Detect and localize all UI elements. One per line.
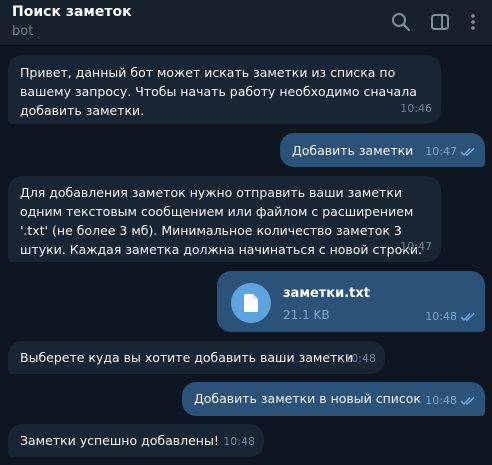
message-time: 10:48 (344, 352, 376, 365)
document-icon[interactable] (231, 283, 271, 323)
message-time: 10:48 (223, 435, 255, 448)
file-size: 21.1 KB (283, 308, 330, 322)
message-time: 10:48 (425, 394, 457, 407)
message-text: Выберете куда вы хотите добавить ваши за… (20, 350, 353, 365)
message-time: 10:47 (425, 145, 457, 158)
message-incoming[interactable]: Привет, данный бот может искать заметки … (8, 55, 441, 124)
message-outgoing[interactable]: Добавить заметки 10:47 (280, 133, 485, 167)
message-outgoing[interactable]: Добавить заметки в новый список 10:48 (182, 382, 485, 416)
chat-subtitle: bot (12, 24, 34, 39)
message-incoming[interactable]: Выберете куда вы хотите добавить ваши за… (8, 341, 385, 374)
more-vertical-icon[interactable] (462, 11, 484, 33)
message-time: 10:48 (425, 310, 457, 323)
message-time: 10:47 (400, 240, 432, 253)
message-incoming[interactable]: Заметки успешно добавлены! 10:48 (8, 424, 264, 457)
message-text: Для добавления заметок нужно отправить в… (20, 185, 422, 257)
message-incoming[interactable]: Для добавления заметок нужно отправить в… (8, 176, 441, 262)
file-name: заметки.txt (283, 286, 370, 301)
chat-header[interactable]: Поиск заметок bot (0, 0, 492, 46)
message-text: Заметки успешно добавлены! (20, 433, 219, 448)
read-checkmarks-icon (460, 147, 476, 157)
message-time: 10:46 (400, 102, 432, 115)
chat-title: Поиск заметок (12, 4, 132, 20)
read-checkmarks-icon (460, 312, 476, 322)
sidebar-toggle-icon[interactable] (429, 11, 451, 33)
message-text: Привет, данный бот может искать заметки … (20, 65, 417, 118)
read-checkmarks-icon (460, 396, 476, 406)
file-message[interactable]: заметки.txt 21.1 KB 10:48 (217, 271, 485, 332)
search-icon[interactable] (390, 11, 412, 33)
chat-window: Поиск заметок bot Привет, данный бот мож… (0, 0, 492, 465)
